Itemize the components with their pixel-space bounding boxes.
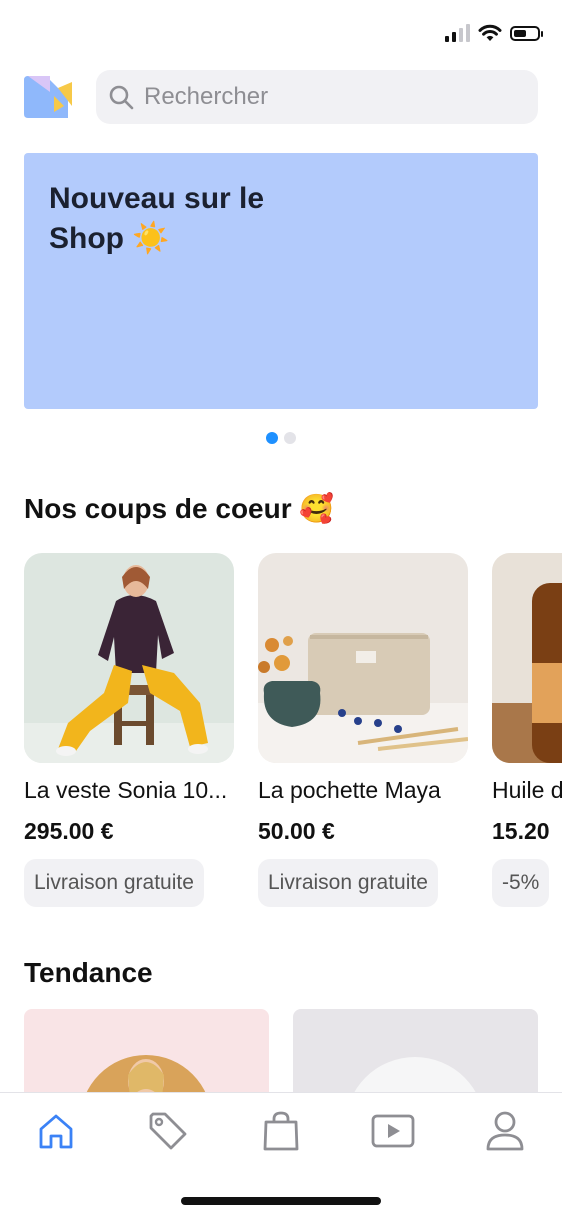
shopping-bag-icon [263, 1111, 299, 1151]
home-icon [39, 1114, 73, 1149]
product-price: 295.00 € [24, 818, 114, 844]
product-price: 15.20 [492, 818, 550, 844]
cellular-signal-icon [445, 24, 470, 42]
status-bar [0, 0, 562, 60]
product-card[interactable]: Huile d 15.20 -5% [492, 553, 562, 907]
app-logo[interactable] [24, 76, 72, 118]
tab-shop[interactable] [259, 1109, 303, 1153]
favorites-carousel[interactable]: La veste Sonia 10... 295.00 € Livraison … [24, 553, 562, 913]
product-card[interactable]: La veste Sonia 10... 295.00 € Livraison … [24, 553, 234, 907]
promo-banner[interactable]: Nouveau sur le Shop ☀️ [24, 153, 538, 409]
product-tag: -5% [492, 859, 550, 907]
tab-home[interactable] [34, 1109, 78, 1153]
product-card[interactable]: La pochette Maya 50.00 € Livraison gratu… [258, 553, 468, 907]
home-indicator [181, 1197, 381, 1205]
banner-title: Nouveau sur le Shop ☀️ [49, 182, 265, 255]
product-name: Huile d [492, 777, 562, 803]
battery-icon [510, 25, 543, 41]
search-icon [109, 85, 134, 110]
trending-section-title: Tendance [24, 957, 153, 988]
product-name: La pochette Maya [258, 777, 441, 803]
wifi-icon [478, 24, 502, 42]
tab-videos[interactable] [371, 1109, 415, 1153]
product-price: 50.00 € [258, 818, 335, 844]
banner-pagination [0, 432, 562, 444]
product-tag: Livraison gratuite [24, 859, 204, 907]
tab-deals[interactable] [146, 1109, 190, 1153]
product-image-oil [492, 553, 562, 763]
product-tag: Livraison gratuite [258, 859, 438, 907]
product-image-pouch [258, 553, 468, 763]
tag-icon [149, 1112, 187, 1150]
product-name: La veste Sonia 10... [24, 777, 228, 803]
search-bar[interactable] [96, 70, 538, 124]
status-icons [445, 24, 543, 42]
favorites-section-title: Nos coups de coeur 🥰 [24, 493, 335, 524]
pagination-dot-active[interactable] [266, 432, 278, 444]
profile-icon [486, 1111, 524, 1151]
video-play-icon [371, 1114, 415, 1148]
header [24, 70, 538, 124]
pagination-dot[interactable] [284, 432, 296, 444]
tab-profile[interactable] [483, 1109, 527, 1153]
battery-level [514, 29, 526, 37]
search-input[interactable] [142, 82, 506, 112]
product-image-jacket [24, 553, 234, 763]
